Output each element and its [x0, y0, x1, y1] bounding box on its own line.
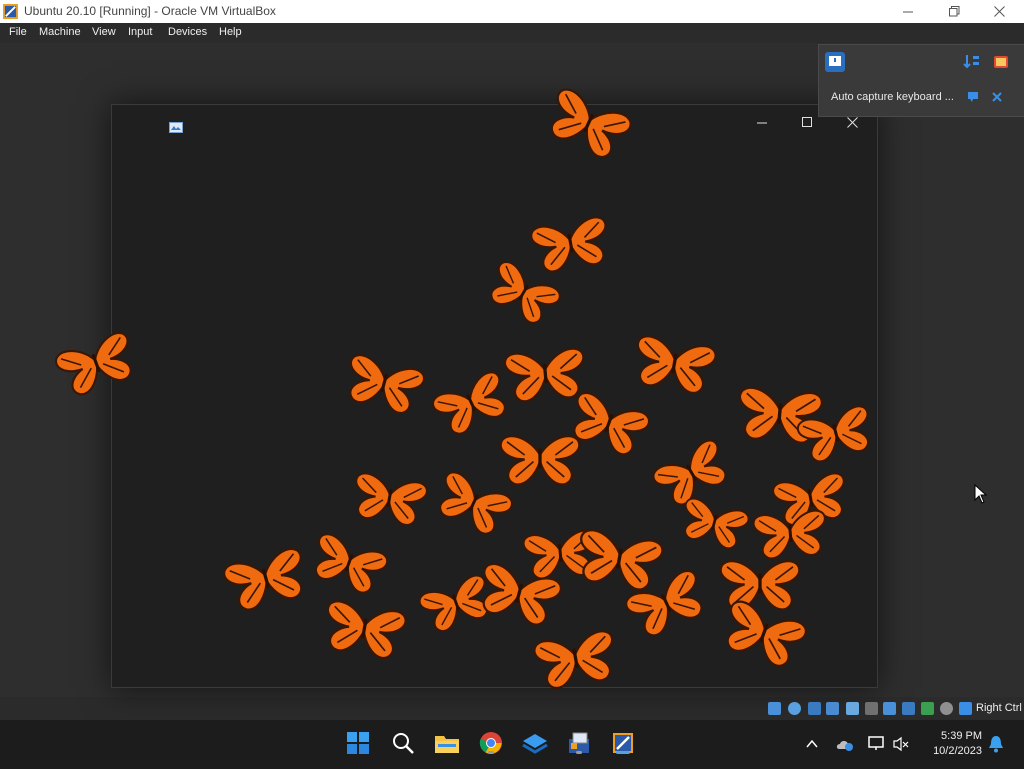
video-capture-icon[interactable] [902, 702, 915, 715]
chrome-button[interactable] [477, 729, 505, 757]
notification-panel: Auto capture keyboard ... [818, 44, 1024, 117]
virtualbox-icon [3, 4, 18, 19]
close-button[interactable] [976, 0, 1022, 23]
menu-devices[interactable]: Devices [168, 26, 207, 38]
taskbar: 5:39 PM 10/2/2023 [0, 719, 1024, 769]
azure-data-studio-icon [522, 734, 548, 754]
guest-maximize-button[interactable] [793, 112, 821, 132]
virtualbox-vm-button[interactable] [609, 729, 637, 757]
mouse-integration-icon[interactable] [940, 702, 953, 715]
menu-help[interactable]: Help [219, 26, 242, 38]
network-status-icon[interactable] [868, 735, 886, 752]
volume-muted-icon[interactable] [893, 736, 909, 752]
menu-input[interactable]: Input [128, 26, 152, 38]
menu-file[interactable]: File [9, 26, 27, 38]
mouse-cursor-icon [974, 484, 988, 504]
popup-info-icon[interactable] [967, 91, 979, 103]
active-indicator [616, 751, 630, 754]
window-title: Ubuntu 20.10 [Running] - Oracle VM Virtu… [24, 4, 276, 18]
minimize-button[interactable] [885, 0, 931, 23]
show-hidden-icons-chevron-icon[interactable] [806, 739, 818, 749]
display-icon[interactable] [883, 702, 896, 715]
minimize-icon [902, 11, 913, 13]
notification-bell-icon[interactable] [988, 735, 1004, 753]
restore-icon [948, 6, 959, 17]
start-icon [347, 732, 369, 754]
notification-message: Auto capture keyboard ... [831, 91, 954, 103]
minimize-icon [756, 122, 767, 123]
tray-clock[interactable]: 5:39 PM 10/2/2023 [933, 729, 982, 759]
close-message-icon[interactable] [991, 91, 1003, 103]
hard-disk-icon[interactable] [768, 702, 781, 715]
host-key-label: Right Ctrl [976, 702, 1022, 714]
search-button[interactable] [389, 729, 417, 757]
clock-date: 10/2/2023 [933, 745, 982, 757]
host-key-icon[interactable] [959, 702, 972, 715]
start-button[interactable] [344, 729, 372, 757]
network-icon[interactable] [826, 702, 839, 715]
notification-info-icon[interactable] [825, 52, 845, 72]
search-icon [393, 733, 414, 754]
menu-machine[interactable]: Machine [39, 26, 81, 38]
image-viewer-icon [169, 122, 183, 133]
maximize-button[interactable] [931, 0, 977, 23]
window-titlebar: Ubuntu 20.10 [Running] - Oracle VM Virtu… [0, 0, 1024, 23]
sort-messages-icon[interactable] [963, 53, 981, 71]
running-indicator [488, 751, 494, 754]
guest-window[interactable] [111, 104, 878, 688]
close-icon [993, 6, 1005, 17]
virtualbox-manager-button[interactable] [565, 729, 593, 757]
shared-folders-icon[interactable] [865, 702, 878, 715]
onedrive-icon[interactable] [836, 736, 854, 752]
close-icon [846, 116, 858, 128]
azure-data-studio-button[interactable] [521, 729, 549, 757]
menubar: File Machine View Input Devices Help [0, 23, 1024, 43]
guest-minimize-button[interactable] [748, 112, 776, 132]
optical-drive-icon[interactable] [788, 702, 801, 715]
dismiss-all-icon[interactable] [993, 53, 1011, 71]
file-explorer-button[interactable] [433, 729, 461, 757]
file-explorer-icon [435, 736, 459, 753]
audio-icon[interactable] [808, 702, 821, 715]
usb-icon[interactable] [846, 702, 859, 715]
running-indicator [576, 751, 582, 754]
clock-time: 5:39 PM [941, 730, 982, 742]
virtualization-icon[interactable] [921, 702, 934, 715]
vm-statusbar: Right Ctrl [762, 699, 1024, 719]
maximize-icon [801, 116, 812, 127]
menu-view[interactable]: View [92, 26, 116, 38]
